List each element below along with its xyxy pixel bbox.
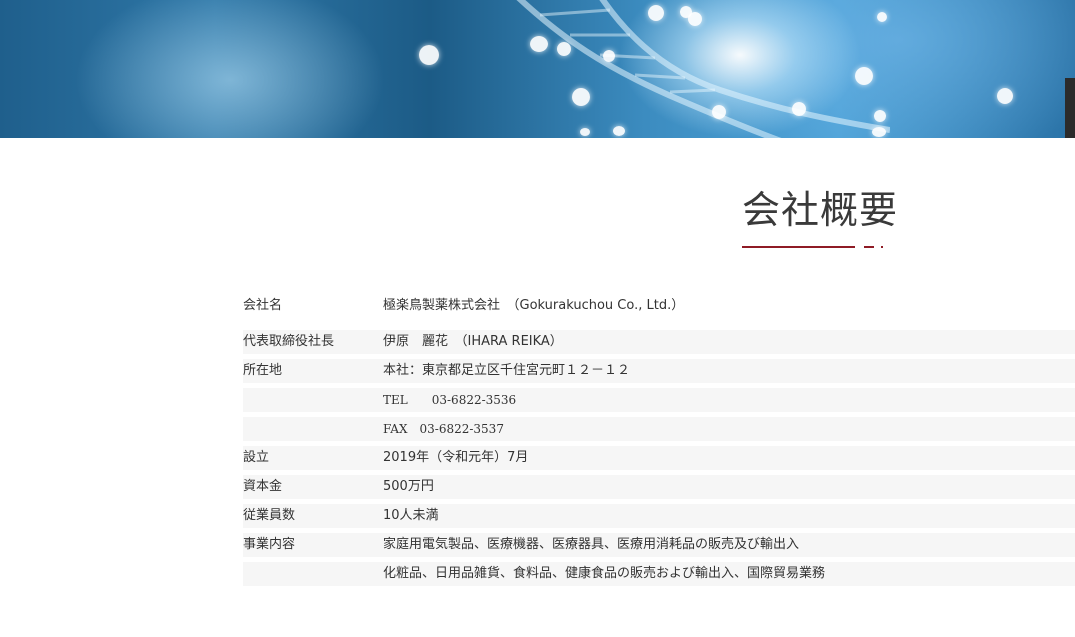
bokeh-dot	[874, 110, 886, 122]
row-label: 事業内容	[243, 537, 296, 552]
dna-helix-graphic	[516, 0, 890, 138]
bokeh-dot	[572, 88, 590, 106]
title-underline	[742, 246, 855, 248]
table-row-employees: 従業員数 10人未満	[243, 504, 1075, 528]
row-value: FAX 03-6822-3537	[383, 422, 504, 436]
table-row-ceo: 代表取締役社長 伊原 麗花 （IHARA REIKA）	[243, 330, 1075, 354]
row-value: TEL 03-6822-3536	[383, 393, 517, 407]
row-value: 極楽鳥製薬株式会社 （Gokurakuchou Co., Ltd.）	[383, 298, 685, 313]
row-label: 資本金	[243, 479, 283, 494]
page-title: 会社概要	[742, 188, 899, 232]
row-value: 化粧品、日用品雑貨、食料品、健康食品の販売および輸出入、国際貿易業務	[383, 566, 826, 581]
bokeh-dot	[530, 36, 548, 52]
row-label: 会社名	[243, 298, 283, 313]
table-row-business-cont: 化粧品、日用品雑貨、食料品、健康食品の販売および輸出入、国際貿易業務	[243, 562, 1075, 586]
row-value: 500万円	[383, 479, 434, 494]
bokeh-dot	[877, 12, 887, 22]
table-row-business: 事業内容 家庭用電気製品、医療機器、医療器具、医療用消耗品の販売及び輸出入	[243, 533, 1075, 557]
bokeh-dot	[688, 12, 702, 26]
table-row-established: 設立 2019年（令和元年）7月	[243, 446, 1075, 470]
bokeh-dot	[603, 50, 615, 62]
table-row-capital: 資本金 500万円	[243, 475, 1075, 499]
hero-banner	[0, 0, 1075, 138]
table-row-fax: FAX 03-6822-3537	[243, 417, 1075, 441]
title-underline-dot	[881, 246, 883, 248]
row-label: 所在地	[243, 363, 283, 378]
page-title-block: 会社概要	[742, 186, 899, 248]
bokeh-dot	[792, 102, 806, 116]
bokeh-dot	[872, 127, 886, 137]
row-value: 2019年（令和元年）7月	[383, 450, 529, 465]
row-value: 伊原 麗花 （IHARA REIKA）	[383, 334, 563, 349]
table-row-tel: TEL 03-6822-3536	[243, 388, 1075, 412]
bokeh-dot	[648, 5, 664, 21]
table-row-company-name: 会社名 極楽鳥製薬株式会社 （Gokurakuchou Co., Ltd.）	[243, 294, 1075, 318]
row-value: 家庭用電気製品、医療機器、医療器具、医療用消耗品の販売及び輸出入	[383, 537, 800, 552]
side-tab[interactable]	[1065, 78, 1075, 138]
title-underline-accent	[864, 246, 874, 248]
row-value: 本社：東京都足立区千住宮元町１２－１２	[383, 363, 631, 378]
bokeh-dot	[855, 67, 873, 85]
row-label: 設立	[243, 450, 270, 465]
bokeh-dot	[613, 126, 625, 136]
row-label: 代表取締役社長	[243, 334, 335, 349]
bokeh-dot	[712, 105, 726, 119]
bokeh-dot	[997, 88, 1013, 104]
row-value: 10人未満	[383, 508, 439, 523]
row-label: 従業員数	[243, 508, 296, 523]
company-info-table: 会社名 極楽鳥製薬株式会社 （Gokurakuchou Co., Ltd.） 代…	[243, 294, 1075, 586]
table-row-address: 所在地 本社：東京都足立区千住宮元町１２－１２	[243, 359, 1075, 383]
bokeh-dot	[557, 42, 571, 56]
bokeh-dot	[580, 128, 590, 136]
bokeh-dot	[419, 45, 439, 65]
